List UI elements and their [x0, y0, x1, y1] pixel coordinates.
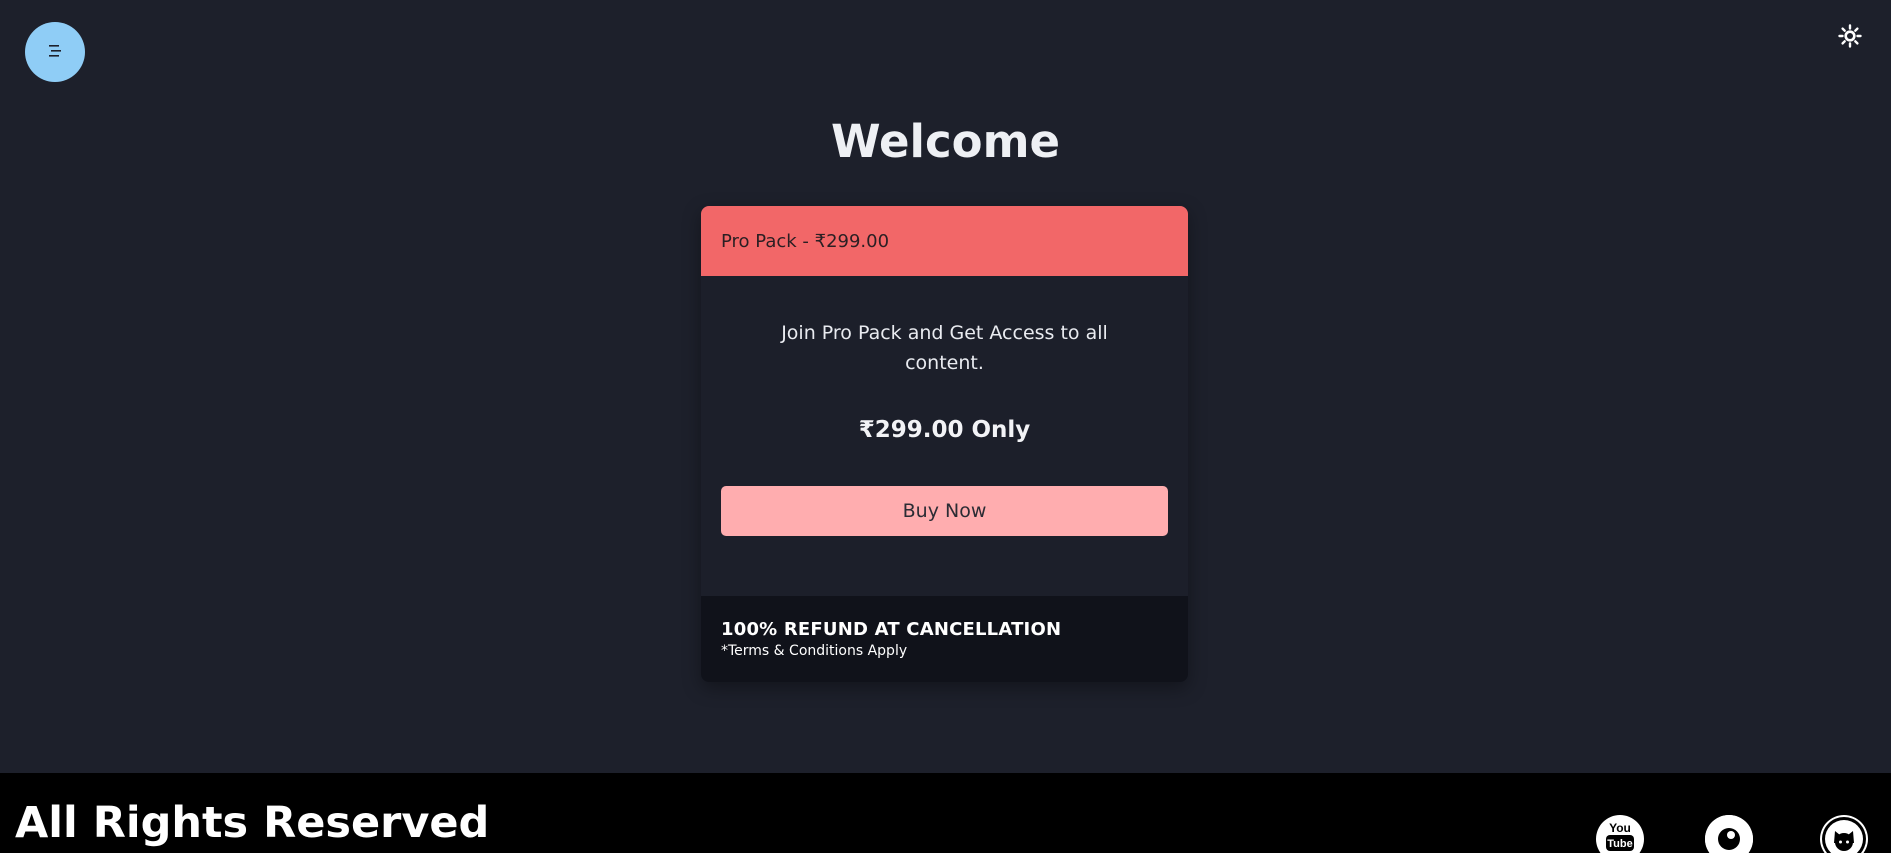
pricing-card: Pro Pack - ₹299.00 Join Pro Pack and Get…: [701, 206, 1188, 682]
price-label: ₹299.00 Only: [858, 417, 1031, 443]
github-icon: [1820, 815, 1868, 853]
card-header: Pro Pack - ₹299.00: [701, 206, 1188, 276]
dribbble-icon: [1705, 815, 1753, 853]
sun-icon: [1838, 24, 1862, 52]
page-title: Welcome: [831, 115, 1060, 168]
svg-text:Tube: Tube: [1607, 838, 1632, 850]
site-footer: All Rights Reserved You Tube: [0, 773, 1891, 853]
card-body: Join Pro Pack and Get Access to all cont…: [701, 276, 1188, 602]
refund-label: 100% REFUND AT CANCELLATION: [721, 619, 1062, 640]
card-footer: 100% REFUND AT CANCELLATION *Terms & Con…: [701, 596, 1188, 682]
terms-label: *Terms & Conditions Apply: [721, 643, 908, 659]
svg-text:You: You: [1609, 821, 1631, 835]
youtube-link[interactable]: You Tube: [1596, 815, 1644, 853]
dribbble-link[interactable]: [1705, 815, 1753, 853]
card-header-label: Pro Pack - ₹299.00: [721, 230, 890, 252]
menu-button[interactable]: [25, 22, 85, 82]
buy-now-button[interactable]: Buy Now: [721, 486, 1168, 536]
hamburger-menu-icon: [46, 43, 64, 62]
rights-label: All Rights Reserved: [15, 798, 490, 848]
github-link[interactable]: [1820, 815, 1868, 853]
theme-toggle-button[interactable]: [1836, 24, 1864, 52]
card-description: Join Pro Pack and Get Access to all cont…: [781, 322, 1108, 374]
youtube-icon: You Tube: [1596, 815, 1644, 853]
